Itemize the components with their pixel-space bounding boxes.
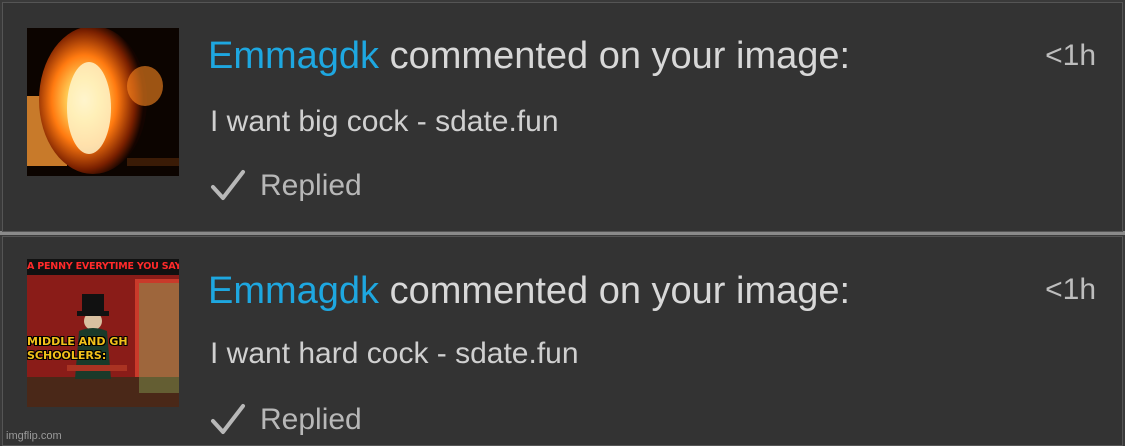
timestamp: <1h: [1045, 273, 1096, 306]
username-link[interactable]: Emmagdk: [208, 270, 379, 312]
timestamp: <1h: [1045, 39, 1096, 72]
fire-image-icon: [27, 28, 179, 176]
meme-caption-middle: MIDDLE AND GH SCHOOLERS:: [27, 335, 128, 362]
action-text: commented on your image:: [379, 270, 851, 312]
replied-label: Replied: [260, 403, 362, 436]
meme-image-icon: [27, 259, 179, 407]
image-thumbnail[interactable]: [27, 28, 179, 176]
meme-caption-top: A PENNY EVERYTIME YOU SAY GY: [27, 259, 179, 275]
replied-label: Replied: [260, 169, 362, 202]
notification-title: Emmagdk commented on your image:: [208, 35, 850, 78]
comment-text: I want big cock - sdate.fun: [210, 105, 559, 138]
notification-item[interactable]: Emmagdk commented on your image: <1h I w…: [2, 2, 1123, 232]
notification-item[interactable]: A PENNY EVERYTIME YOU SAY GY MIDDLE AND …: [2, 236, 1123, 446]
checkmark-icon: [211, 170, 245, 200]
comment-text: I want hard cock - sdate.fun: [210, 337, 579, 370]
replied-status: Replied: [210, 169, 362, 203]
username-link[interactable]: Emmagdk: [208, 35, 379, 77]
watermark: imgflip.com: [6, 430, 62, 442]
replied-status: Replied: [210, 403, 362, 437]
action-text: commented on your image:: [379, 35, 851, 77]
checkmark-icon: [211, 404, 245, 434]
notification-title: Emmagdk commented on your image:: [208, 270, 850, 313]
image-thumbnail[interactable]: A PENNY EVERYTIME YOU SAY GY MIDDLE AND …: [27, 259, 179, 407]
